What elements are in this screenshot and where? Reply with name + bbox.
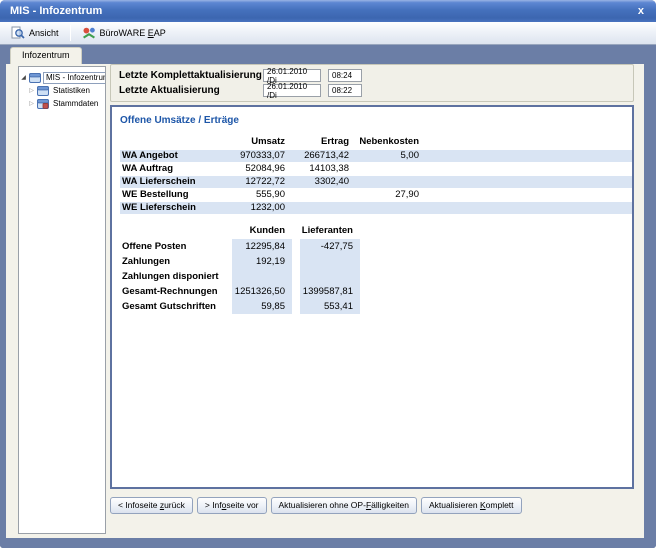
table-row: WA Lieferschein12722,723302,40 (120, 176, 632, 188)
cell-value: 14103,38 (288, 163, 352, 175)
column-header: Kunden (232, 225, 292, 236)
column-header: Nebenkosten (352, 136, 422, 148)
tree-item-statistiken[interactable]: ▷ Statistiken (20, 84, 104, 97)
time-field: 08:22 (328, 84, 362, 97)
folder-icon (29, 73, 41, 83)
info-title: Offene Umsätze / Erträge (120, 115, 632, 126)
row-label: Zahlungen disponiert (120, 271, 232, 282)
expander-expanded-icon[interactable]: ◢ (20, 74, 27, 81)
titlebar[interactable]: MIS - Infozentrum x (0, 0, 656, 22)
column-header: Umsatz (232, 136, 288, 148)
row-label: Zahlungen (120, 256, 232, 267)
row-label: WA Angebot (120, 150, 232, 162)
cell-value: 59,85 (232, 299, 292, 314)
cell-value: -427,75 (300, 239, 360, 254)
row-label: Gesamt-Rechnungen (120, 286, 232, 297)
status-panel: Letzte Komplettaktualisierung26.01.2010 … (110, 64, 634, 102)
toolbar-button-label: Ansicht (29, 28, 59, 38)
expander-collapsed-icon[interactable]: ▷ (28, 100, 35, 107)
tabstrip: Infozentrum (6, 45, 644, 64)
cell-value: 266713,42 (288, 150, 352, 162)
cell-value: 12295,84 (232, 239, 292, 254)
row-label: WA Lieferschein (120, 176, 232, 188)
cell-value: 1251326,50 (232, 284, 292, 299)
expander-collapsed-icon[interactable]: ▷ (28, 87, 35, 94)
status-label: Letzte Komplettaktualisierung (119, 70, 263, 81)
app-window: MIS - Infozentrum x AnsichtBüroWARE EAP … (0, 0, 656, 548)
cell-value: 5,00 (352, 150, 422, 162)
cell-value (300, 269, 360, 284)
column-header: Lieferanten (300, 225, 360, 236)
cell-value: 555,90 (232, 189, 288, 201)
tree-item-mis-infozentrum[interactable]: ◢ MIS - Infozentrum (20, 71, 104, 84)
cell-value: 192,19 (232, 254, 292, 269)
time-field: 08:24 (328, 69, 362, 82)
aktualisieren-komplett-button[interactable]: Aktualisieren Komplett (421, 497, 522, 514)
status-label: Letzte Aktualisierung (119, 85, 263, 96)
sales-table: UmsatzErtragNebenkosten WA Angebot970333,… (120, 135, 632, 214)
row-label: WE Bestellung (120, 189, 232, 201)
euroware-app-icon (82, 26, 96, 40)
table-header-row: Kunden Lieferanten (120, 224, 632, 237)
cell-value: 52084,96 (232, 163, 288, 175)
tree-item-label: MIS - Infozentrum (43, 72, 106, 84)
row-label: Offene Posten (120, 241, 232, 252)
table-row: Zahlungen192,19 (120, 254, 632, 269)
table-row: Gesamt Gutschriften59,85 553,41 (120, 299, 632, 314)
infoseite-vor-button[interactable]: > Infoseite vor (197, 497, 267, 514)
status-row: Letzte Aktualisierung26.01.2010 /Di 08:22 (119, 83, 625, 98)
table-row: WA Auftrag52084,9614103,38 (120, 163, 632, 175)
toolbar-button-label: BüroWARE EAP (100, 28, 166, 38)
folder-red-icon (37, 99, 49, 109)
toolbar-separator (70, 25, 71, 41)
aktualisieren-ohne-op-f-lligkeiten-button[interactable]: Aktualisieren ohne OP-Fälligkeiten (271, 497, 417, 514)
window-frame: Infozentrum ◢ MIS - Infozentrum ▷ Statistik… (0, 45, 656, 548)
cell-value: 27,90 (352, 189, 422, 201)
b-roware-eap-button[interactable]: BüroWARE EAP (75, 23, 173, 43)
close-button[interactable]: x (638, 6, 644, 17)
row-label: Gesamt Gutschriften (120, 301, 232, 312)
window-title: MIS - Infozentrum (10, 5, 102, 17)
cell-value: 12722,72 (232, 176, 288, 188)
table-row: WE Lieferschein1232,00 (120, 202, 632, 214)
table-row: Gesamt-Rechnungen1251326,50 1399587,81 (120, 284, 632, 299)
row-label: WE Lieferschein (120, 202, 232, 214)
row-label: WA Auftrag (120, 163, 232, 175)
tree-item-label: Stammdaten (51, 99, 100, 109)
folder-icon (37, 86, 49, 96)
column-header: Ertrag (288, 136, 352, 148)
ansicht-button[interactable]: Ansicht (4, 23, 66, 43)
cell-value (300, 254, 360, 269)
table-header-row: UmsatzErtragNebenkosten (120, 135, 632, 148)
table-row: WE Bestellung555,90 27,90 (120, 189, 632, 201)
tree-item-label: Statistiken (51, 86, 92, 96)
content-area: ◢ MIS - Infozentrum ▷ Statistiken ▷ Stammdate… (6, 64, 644, 538)
cell-value: 1232,00 (232, 202, 288, 214)
footer-buttons: < Infoseite zurück> Infoseite vorAktuali… (110, 497, 522, 514)
date-field: 26.01.2010 /Di (263, 69, 321, 82)
cell-value: 3302,40 (288, 176, 352, 188)
cell-value: 970333,07 (232, 150, 288, 162)
status-row: Letzte Komplettaktualisierung26.01.2010 … (119, 68, 625, 83)
accounts-table: Kunden Lieferanten Offene Posten12295,84 -4… (120, 224, 632, 314)
info-panel: Offene Umsätze / Erträge UmsatzErtragNeb… (110, 105, 634, 489)
cell-value: 1399587,81 (300, 284, 360, 299)
cell-value: 553,41 (300, 299, 360, 314)
table-row: Zahlungen disponiert (120, 269, 632, 284)
tree-panel: ◢ MIS - Infozentrum ▷ Statistiken ▷ Stammdate… (18, 66, 106, 534)
cell-value (232, 269, 292, 284)
infoseite-zur-ck-button[interactable]: < Infoseite zurück (110, 497, 193, 514)
table-row: WA Angebot970333,07266713,425,00 (120, 150, 632, 162)
magnifier-document-icon (11, 26, 25, 40)
date-field: 26.01.2010 /Di (263, 84, 321, 97)
table-row: Offene Posten12295,84 -427,75 (120, 239, 632, 254)
tree-item-stammdaten[interactable]: ▷ Stammdaten (20, 97, 104, 110)
tab-infozentrum[interactable]: Infozentrum (10, 47, 82, 64)
toolbar: Ansicht BüroWARE EAP (0, 22, 656, 45)
